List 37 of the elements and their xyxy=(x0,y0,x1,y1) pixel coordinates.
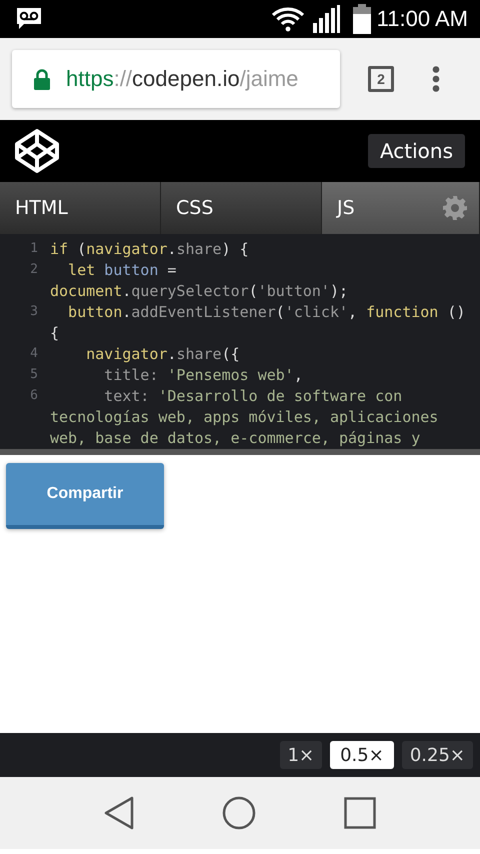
line-number: 3 xyxy=(29,304,39,319)
code-line: if (navigator.share) { xyxy=(50,240,249,258)
signal-icon xyxy=(312,5,341,33)
line-number: 2 xyxy=(29,262,39,277)
line-number: 1 xyxy=(29,241,39,256)
menu-icon[interactable] xyxy=(432,66,440,92)
voicemail-icon xyxy=(16,7,42,31)
code-line: title: 'Pensemos web', xyxy=(103,366,303,384)
code-line: document.querySelector('button'); xyxy=(50,282,348,300)
codepen-logo-icon[interactable] xyxy=(14,128,60,174)
line-number: 4 xyxy=(29,346,39,361)
share-button[interactable]: Compartir xyxy=(6,463,164,529)
zoom-option[interactable]: 0.25× xyxy=(402,741,473,769)
padlock-icon xyxy=(34,68,50,90)
settings-icon[interactable] xyxy=(443,196,467,220)
zoom-option[interactable]: 0.5× xyxy=(330,741,394,769)
code-line: let button = xyxy=(67,260,176,278)
code-line: text: 'Desarrollo de software con xyxy=(103,386,402,404)
line-number: 5 xyxy=(29,367,39,382)
recents-icon[interactable] xyxy=(344,797,376,829)
editor-tab[interactable]: JS xyxy=(322,182,480,234)
tab-count-button[interactable]: 2 xyxy=(368,66,394,92)
zoom-option[interactable]: 1× xyxy=(280,741,322,769)
code-line: navigator.share({ xyxy=(85,344,240,362)
code-line: button.addEventListener('click', function () xyxy=(67,302,466,320)
back-icon[interactable] xyxy=(104,796,134,830)
actions-button[interactable]: Actions xyxy=(368,134,465,168)
battery-icon xyxy=(352,4,371,34)
clock-time: 11:00 AM xyxy=(376,6,468,32)
url-text: https://codepen.io/jaime xyxy=(66,66,298,92)
wifi-icon xyxy=(270,6,305,32)
code-line: tecnologías web, apps móviles, aplicaciones xyxy=(50,408,438,426)
home-icon[interactable] xyxy=(222,796,256,830)
code-line: { xyxy=(50,324,60,342)
address-bar[interactable]: https://codepen.io/jaime xyxy=(12,50,340,108)
code-line: web, base de datos, e-commerce, páginas y xyxy=(50,428,420,446)
line-number: 6 xyxy=(29,388,39,403)
